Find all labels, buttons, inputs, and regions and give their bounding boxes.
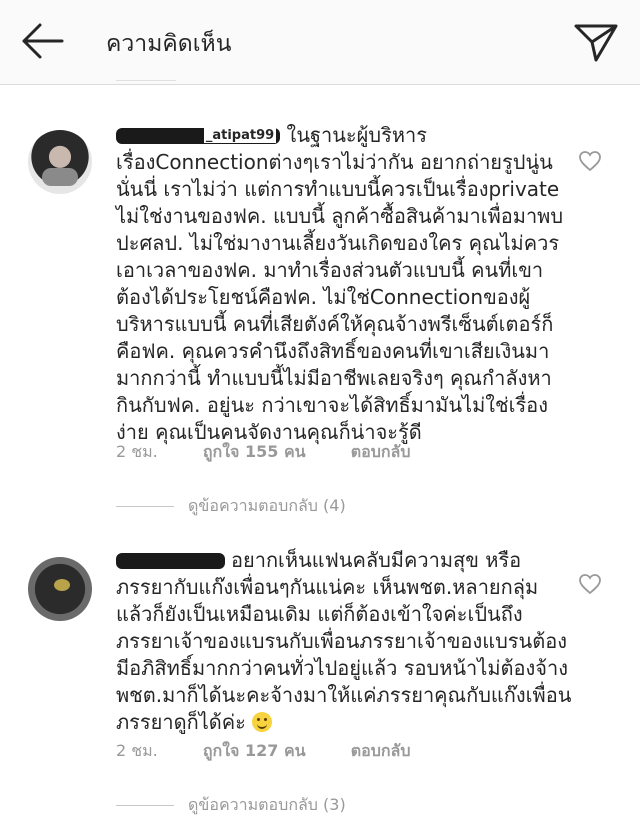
- comment-text: xxxxxxxxxx_atipat99 ในฐานะผู้บริหาร เรื่…: [116, 123, 566, 444]
- top-bar: ความคิดเห็น: [0, 0, 640, 85]
- comment-meta: 2 ชม. ถูกใจ 127 คน ตอบกลับ: [116, 739, 411, 764]
- divider: [116, 805, 174, 806]
- page-title: ความคิดเห็น: [106, 31, 232, 57]
- heart-icon[interactable]: [578, 150, 602, 172]
- divider: [116, 80, 176, 81]
- username[interactable]: xxxxxxxxxxxx: [116, 553, 225, 569]
- reply-button[interactable]: ตอบกลับ: [351, 440, 411, 465]
- divider: [116, 506, 174, 507]
- timestamp: 2 ชม.: [116, 442, 158, 461]
- likes-count[interactable]: ถูกใจ 127 คน: [203, 739, 306, 764]
- avatar[interactable]: [28, 130, 92, 194]
- view-replies-button[interactable]: ดูข้อความตอบกลับ (3): [116, 793, 346, 818]
- view-replies-button[interactable]: ดูข้อความตอบกลับ (4): [116, 494, 346, 519]
- arrow-left-icon[interactable]: [18, 20, 66, 62]
- smile-emoji-icon: [252, 712, 273, 732]
- reply-button[interactable]: ตอบกลับ: [351, 739, 411, 764]
- timestamp: 2 ชม.: [116, 741, 158, 760]
- send-icon[interactable]: [572, 20, 620, 64]
- comment-meta: 2 ชม. ถูกใจ 155 คน ตอบกลับ: [116, 440, 411, 465]
- comment-text: xxxxxxxxxxxx อยากเห็นแฟนคลับมีความสุข หร…: [116, 548, 572, 734]
- username[interactable]: xxxxxxxxxx_atipat99: [116, 128, 281, 144]
- heart-icon[interactable]: [578, 573, 602, 595]
- avatar[interactable]: [28, 557, 92, 621]
- likes-count[interactable]: ถูกใจ 155 คน: [203, 440, 306, 465]
